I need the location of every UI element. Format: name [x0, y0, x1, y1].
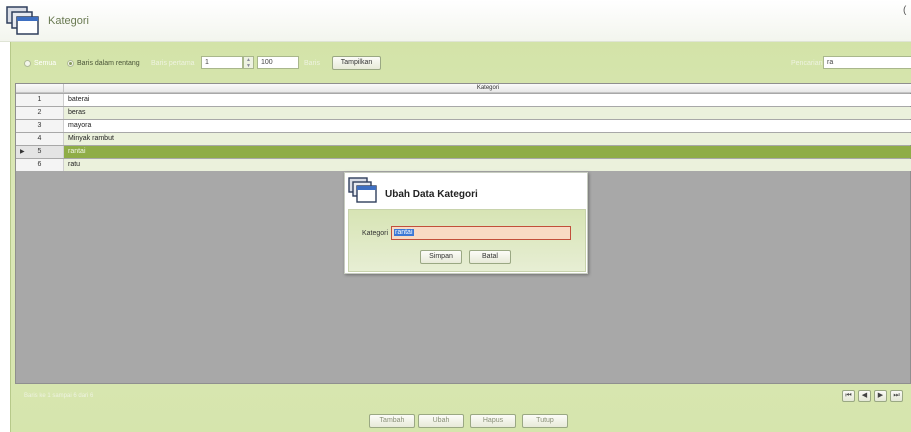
add-button[interactable]: Tambah [369, 414, 415, 428]
cell-kategori[interactable]: Minyak rambut [64, 133, 911, 145]
column-header-kategori[interactable]: Kategori [64, 84, 911, 93]
radio-all-label: Semua [34, 60, 57, 67]
category-field-value: rantai [394, 229, 414, 236]
table-row[interactable]: 6 ratu [16, 159, 911, 171]
category-field[interactable]: rantai [391, 226, 571, 240]
cell-kategori[interactable]: mayora [64, 120, 911, 132]
radio-range[interactable] [67, 60, 74, 67]
save-button[interactable]: Simpan [420, 250, 462, 264]
table-row[interactable]: 1 baterai [16, 94, 911, 106]
table-row[interactable]: 4 Minyak rambut [16, 133, 911, 145]
category-field-label: Kategori [362, 230, 389, 237]
status-text: Baris ke 1 sampai 6 dari 6 [24, 393, 94, 399]
table-row[interactable]: 3 mayora [16, 120, 911, 132]
cancel-button[interactable]: Batal [469, 250, 511, 264]
row-count-input[interactable]: 100 [257, 56, 299, 69]
first-row-label: Baris pertama [151, 60, 195, 67]
edit-button[interactable]: Ubah [418, 414, 464, 428]
row-number: 6 [16, 159, 64, 171]
search-label: Pencarian [791, 60, 823, 67]
table-row[interactable]: 2 beras [16, 107, 911, 119]
rows-label: Baris [304, 60, 320, 67]
filter-bar: Semua Baris dalam rentang Baris pertama … [11, 42, 911, 84]
last-record-icon[interactable]: ⏭ [890, 390, 903, 402]
radio-all[interactable] [24, 60, 31, 67]
table-row-selected[interactable]: ▶ 5 rantai [16, 146, 911, 158]
delete-button[interactable]: Hapus [470, 414, 516, 428]
cell-kategori[interactable]: ratu [64, 159, 911, 171]
next-record-icon[interactable]: ▶ [874, 390, 887, 402]
close-button[interactable]: Tutup [522, 414, 568, 428]
prev-record-icon[interactable]: ◀ [858, 390, 871, 402]
window-stack-icon [348, 177, 377, 203]
first-row-input[interactable]: 1 [201, 56, 243, 69]
row-number: 1 [16, 94, 64, 106]
window-stack-icon [6, 6, 39, 35]
search-input[interactable]: ra [823, 56, 911, 69]
row-number: 2 [16, 107, 64, 119]
row-header-selected: ▶ 5 [16, 146, 64, 158]
dialog-body: Kategori rantai Simpan Batal [348, 209, 586, 272]
show-button[interactable]: Tampilkan [332, 56, 381, 70]
first-record-icon[interactable]: ⏮ [842, 390, 855, 402]
cell-kategori[interactable]: beras [64, 107, 911, 119]
grid-header-corner [16, 84, 64, 93]
current-row-arrow-icon: ▶ [20, 149, 25, 155]
radio-range-label: Baris dalam rentang [77, 60, 140, 67]
cell-kategori[interactable]: baterai [64, 94, 911, 106]
corner-mark: ( [903, 5, 907, 16]
cell-kategori[interactable]: rantai [64, 146, 911, 158]
first-row-spinner[interactable]: ▲ ▼ [243, 56, 254, 69]
row-number: 3 [16, 120, 64, 132]
page-title: Kategori [48, 15, 89, 27]
row-number: 5 [37, 148, 42, 155]
dialog-title: Ubah Data Kategori [385, 189, 478, 200]
row-number: 4 [16, 133, 64, 145]
grid-header: Kategori [16, 84, 911, 93]
edit-category-dialog: Ubah Data Kategori Kategori rantai Simpa… [344, 172, 588, 274]
app-header: Kategori ( [0, 0, 911, 42]
